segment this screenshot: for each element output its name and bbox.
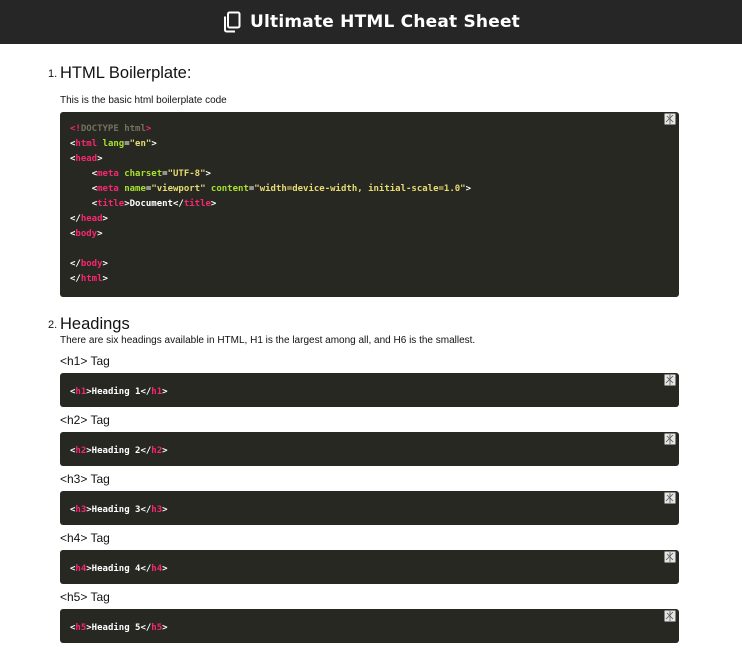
copy-icon[interactable] <box>664 374 676 386</box>
code-block-heading: <h5>Heading 5</h5> <box>60 609 679 643</box>
code-line: <!DOCTYPE html> <box>70 124 152 134</box>
code-line: <h3>Heading 3</h3> <box>70 505 168 515</box>
code-line: <h2>Heading 2</h2> <box>70 446 168 456</box>
code-line: <meta name="viewport" content="width=dev… <box>91 184 472 194</box>
tag-label: <h3> Tag <box>60 472 110 486</box>
code-line: <meta charset="UTF-8"> <box>91 169 211 179</box>
section-boilerplate: 1. HTML Boilerplate: This is the basic h… <box>48 44 679 297</box>
main-content: 1. HTML Boilerplate: This is the basic h… <box>0 44 679 643</box>
code-line: <body> <box>70 229 103 239</box>
copy-icon[interactable] <box>664 433 676 445</box>
tag-label: <h1> Tag <box>60 354 110 368</box>
code-line: <html lang="en"> <box>70 139 157 149</box>
heading-tag-item: <h2> Tag <h2>Heading 2</h2> <box>60 413 679 466</box>
code-block-heading: <h1>Heading 1</h1> <box>60 373 679 407</box>
tag-label: <h2> Tag <box>60 413 110 427</box>
code-line: </head> <box>70 214 108 224</box>
code-line: <h5>Heading 5</h5> <box>70 623 168 633</box>
code-block-boilerplate: <!DOCTYPE html> <html lang="en"> <head> … <box>60 112 679 297</box>
code-block-heading: <h3>Heading 3</h3> <box>60 491 679 525</box>
heading-tag-item: <h4> Tag <h4>Heading 4</h4> <box>60 531 679 584</box>
code-block-heading: <h2>Heading 2</h2> <box>60 432 679 466</box>
section-title: Headings <box>60 315 130 333</box>
section-headings: 2. Headings There are six headings avail… <box>48 297 679 643</box>
copy-icon[interactable] <box>664 610 676 622</box>
code-block-heading: <h4>Heading 4</h4> <box>60 550 679 584</box>
section-description: There are six headings available in HTML… <box>60 335 476 346</box>
section-title: HTML Boilerplate: <box>60 64 192 82</box>
code-line: <title>Document</title> <box>91 199 217 209</box>
code-line: </body> <box>70 259 108 269</box>
copy-icon <box>224 11 241 33</box>
section-description: This is the basic html boilerplate code <box>60 95 227 106</box>
section-number: 1. <box>48 68 58 80</box>
copy-icon[interactable] <box>664 551 676 563</box>
heading-tag-item: <h1> Tag <h1>Heading 1</h1> <box>60 354 679 407</box>
code-line: <h1>Heading 1</h1> <box>70 387 168 397</box>
site-header: Ultimate HTML Cheat Sheet <box>0 0 742 44</box>
copy-icon[interactable] <box>664 113 676 125</box>
page-title: Ultimate HTML Cheat Sheet <box>250 12 520 32</box>
code-line: <head> <box>70 154 103 164</box>
code-line: </html> <box>70 274 108 284</box>
code-line: <h4>Heading 4</h4> <box>70 564 168 574</box>
tag-label: <h4> Tag <box>60 531 110 545</box>
copy-icon[interactable] <box>664 492 676 504</box>
heading-tag-item: <h5> Tag <h5>Heading 5</h5> <box>60 590 679 643</box>
tag-label: <h5> Tag <box>60 590 110 604</box>
section-number: 2. <box>48 319 58 331</box>
heading-tag-item: <h3> Tag <h3>Heading 3</h3> <box>60 472 679 525</box>
heading-tag-list: <h1> Tag <h1>Heading 1</h1> <h2> Tag <h2>He… <box>60 354 679 643</box>
